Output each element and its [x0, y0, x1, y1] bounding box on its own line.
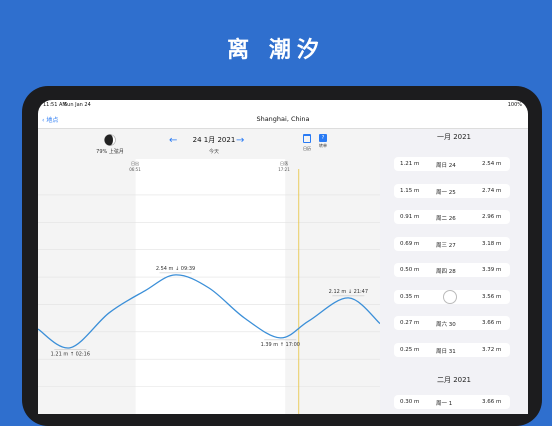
daylight-band — [135, 159, 286, 414]
low-tide-value: 0.27 m — [400, 320, 420, 326]
prev-day-button[interactable]: ← — [169, 135, 177, 146]
tide-annotation: 2.54 m ↓ 09:39 — [156, 266, 195, 272]
day-label: 周四 28 — [436, 269, 456, 275]
moon-percent: 79% 上弦月 — [96, 149, 124, 155]
today-label: 转单 — [319, 143, 327, 148]
daily-tide-list: 一月 2021 1.21 m 周日 24 2.54 m 1.15 m 周一 25 2.74… — [380, 129, 528, 414]
tide-annotation: 2.12 m ↓ 21:47 — [329, 289, 368, 295]
tide-day-row[interactable]: 0.91 m 周二 26 2.96 m — [380, 210, 528, 224]
current-date-sub: 今天 — [208, 149, 219, 155]
tide-day-row[interactable]: 0.69 m 周三 27 3.18 m — [380, 236, 528, 251]
tide-day-row[interactable]: 0.30 m 周一 1 3.66 m — [380, 395, 528, 409]
sunset-time: 17:21 — [278, 167, 290, 172]
tide-day-row[interactable]: 1.15 m 周一 25 2.74 m — [380, 183, 528, 198]
moon-icon — [104, 134, 116, 146]
high-tide-value: 2.74 m — [482, 187, 502, 194]
low-tide-value: 1.15 m — [400, 187, 420, 194]
high-tide-value: 3.39 m — [482, 267, 502, 273]
high-tide-value: 3.72 m — [482, 346, 502, 353]
status-date: Sun Jan 24 — [64, 102, 91, 108]
day-label: 周六 30 — [436, 322, 456, 328]
high-tide-value: 3.56 m — [482, 293, 502, 300]
day-label: 周一 1 — [436, 401, 453, 407]
battery-indicator: 100% — [507, 102, 522, 108]
low-tide-value: 0.30 m — [400, 399, 420, 405]
arrow-right-icon: → — [236, 135, 245, 146]
day-label: 周一 25 — [436, 189, 456, 196]
today-button[interactable]: ? 转单 — [316, 134, 330, 149]
tide-annotation: 1.39 m ↑ 17:00 — [261, 342, 300, 348]
low-tide-value: 0.50 m — [400, 267, 420, 273]
low-tide-value: 0.69 m — [400, 240, 420, 247]
month-header: 一月 2021 — [436, 133, 472, 141]
day-label: 周日 24 — [436, 163, 456, 169]
tide-day-row[interactable]: 1.21 m 周日 24 2.54 m — [380, 157, 528, 171]
app-headline: 离 潮汐 — [227, 38, 325, 63]
high-tide-value: 2.54 m — [482, 161, 502, 167]
low-tide-value: 0.35 m — [400, 293, 420, 300]
sunrise-label: 日出 06:51 — [123, 161, 147, 172]
day-label: 周日 31 — [436, 348, 456, 355]
low-tide-value: 0.91 m — [400, 214, 420, 220]
moon-phase: 79% 上弦月 — [90, 134, 130, 155]
tide-day-row[interactable]: 0.35 m 3.56 m — [380, 289, 528, 304]
calendar-label: 日历 — [303, 146, 311, 151]
moon-phase-icon — [443, 289, 457, 304]
high-tide-value: 3.66 m — [482, 320, 502, 326]
next-day-button[interactable]: → — [236, 135, 244, 146]
question-icon: ? — [319, 134, 327, 142]
low-tide-value: 1.21 m — [400, 161, 420, 167]
low-tide-value: 0.25 m — [400, 346, 420, 353]
tide-day-row[interactable]: 0.27 m 周六 30 3.66 m — [380, 316, 528, 330]
navigation-bar: ‹ 地点 Shanghai, China — [38, 110, 528, 129]
sunset-label: 日落 17:21 — [272, 161, 296, 172]
tide-chart[interactable]: 2.54 m ↓ 09:39 1.21 m ↑ 02:16 1.39 m ↑ 17:… — [38, 129, 380, 414]
calendar-icon — [303, 134, 311, 143]
tide-chart-panel: 2.54 m ↓ 09:39 1.21 m ↑ 02:16 1.39 m ↑ 17:… — [38, 129, 380, 414]
status-bar: 11:51 AM Sun Jan 24 100% — [38, 100, 528, 110]
high-tide-value: 3.18 m — [482, 240, 502, 247]
arrow-left-icon: ← — [169, 135, 178, 146]
tide-annotation: 1.21 m ↑ 02:16 — [51, 352, 90, 358]
day-label: 周二 26 — [436, 216, 456, 222]
tablet-screen: 11:51 AM Sun Jan 24 100% ‹ 地点 Shanghai, … — [38, 100, 528, 414]
current-date: 24 1月 2021 — [192, 136, 236, 144]
tide-day-row[interactable]: 0.50 m 周四 28 3.39 m — [380, 263, 528, 277]
sunrise-time: 06:51 — [129, 167, 141, 172]
tide-day-row[interactable]: 0.25 m 周日 31 3.72 m — [380, 342, 528, 357]
high-tide-value: 3.66 m — [482, 399, 502, 405]
high-tide-value: 2.96 m — [482, 214, 502, 220]
calendar-button[interactable]: 日历 — [300, 134, 314, 152]
month-header: 二月 2021 — [436, 376, 472, 384]
page-title: Shanghai, China — [256, 115, 310, 123]
day-label: 周三 27 — [436, 242, 456, 249]
date-nav: 24 1月 2021 今天 — [186, 135, 242, 155]
